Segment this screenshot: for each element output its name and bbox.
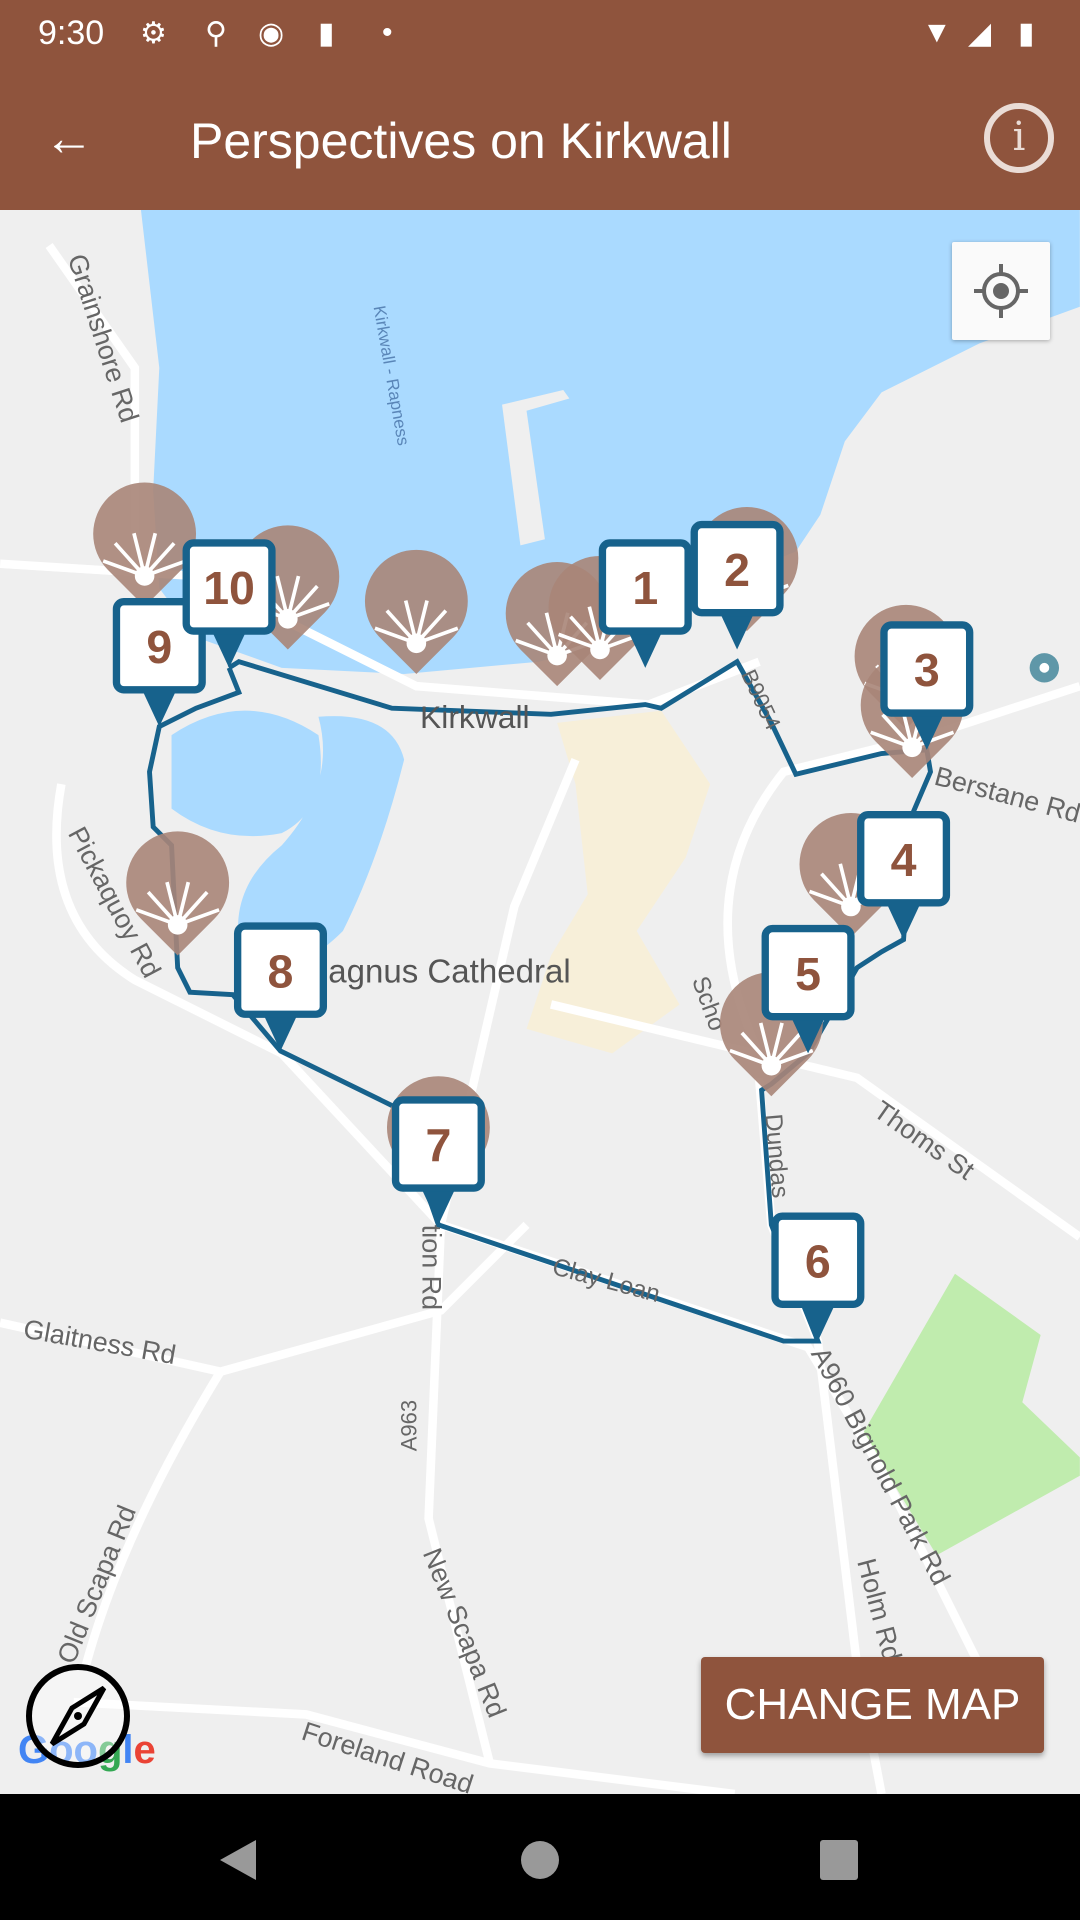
label-b9054: B9054 (736, 665, 786, 733)
label-a963: A963 (396, 1400, 421, 1451)
stop-number: 10 (203, 562, 255, 614)
dot-icon: • (382, 16, 393, 49)
stop-number: 8 (268, 945, 294, 997)
crosshair-icon (974, 264, 1028, 318)
stop-marker-2[interactable]: 2 (690, 520, 784, 650)
stop-number: 3 (914, 644, 940, 696)
info-icon[interactable]: i (984, 103, 1054, 173)
signal-icon: ◢ (968, 17, 992, 50)
stop-number: 7 (425, 1119, 451, 1171)
status-bar: 9:30 ⚙ ⚲ ◉ ▮ • ▼ ◢ ▮ (0, 0, 1080, 70)
arrow-left-icon[interactable]: ← (44, 110, 94, 166)
stop-number: 2 (724, 544, 750, 596)
stop-marker-7[interactable]: 7 (391, 1096, 485, 1225)
stop-marker-6[interactable]: 6 (771, 1212, 865, 1342)
keyhole-icon: ⚲ (205, 17, 227, 50)
sd-card-icon: ▮ (318, 17, 335, 50)
stop-number: 9 (146, 621, 172, 673)
map-view[interactable]: Grainshore Rd Kirkwall - Rapness Kirkwal… (0, 210, 1080, 1794)
stop-number: 6 (805, 1235, 831, 1287)
label-station: tion Rd (416, 1225, 446, 1310)
my-location-button[interactable] (952, 242, 1050, 340)
nav-back-icon[interactable] (216, 1838, 260, 1882)
label-holm: Holm Rd (851, 1555, 907, 1664)
label-glaitness: Glaitness Rd (21, 1314, 178, 1370)
stop-marker-8[interactable]: 8 (233, 922, 328, 1051)
nav-recents-icon[interactable] (818, 1838, 862, 1882)
map-canvas[interactable]: Grainshore Rd Kirkwall - Rapness Kirkwal… (0, 210, 1080, 1794)
label-cathedral: agnus Cathedral (328, 953, 571, 990)
wifi-icon: ▼ (922, 16, 952, 49)
location-pin-icon: ◉ (258, 17, 285, 50)
stop-number: 1 (632, 562, 658, 614)
nav-home-icon[interactable] (518, 1838, 562, 1882)
label-berstane: Berstane Rd (931, 761, 1080, 829)
stop-number: 4 (891, 834, 917, 886)
page-title: Perspectives on Kirkwall (190, 113, 732, 169)
label-thoms: Thoms St (868, 1095, 980, 1186)
stop-marker-4[interactable]: 4 (857, 811, 951, 940)
gear-icon: ⚙ (140, 17, 167, 50)
stop-number: 5 (795, 948, 821, 1000)
navigation-bar (0, 1794, 1080, 1920)
label-newscapa: New Scapa Rd (417, 1544, 512, 1722)
label-kirkwall: Kirkwall (420, 699, 530, 735)
compass-icon[interactable] (26, 1664, 130, 1768)
status-time: 9:30 (38, 14, 105, 52)
label-clay: Clay Loan (549, 1253, 662, 1308)
place-pin-icon (1029, 653, 1060, 683)
app-bar: ← Perspectives on Kirkwall i (0, 70, 1080, 210)
battery-charging-icon: ▮ (1018, 17, 1035, 50)
change-map-button[interactable]: CHANGE MAP (701, 1657, 1044, 1753)
label-grainshore: Grainshore Rd (62, 250, 145, 426)
